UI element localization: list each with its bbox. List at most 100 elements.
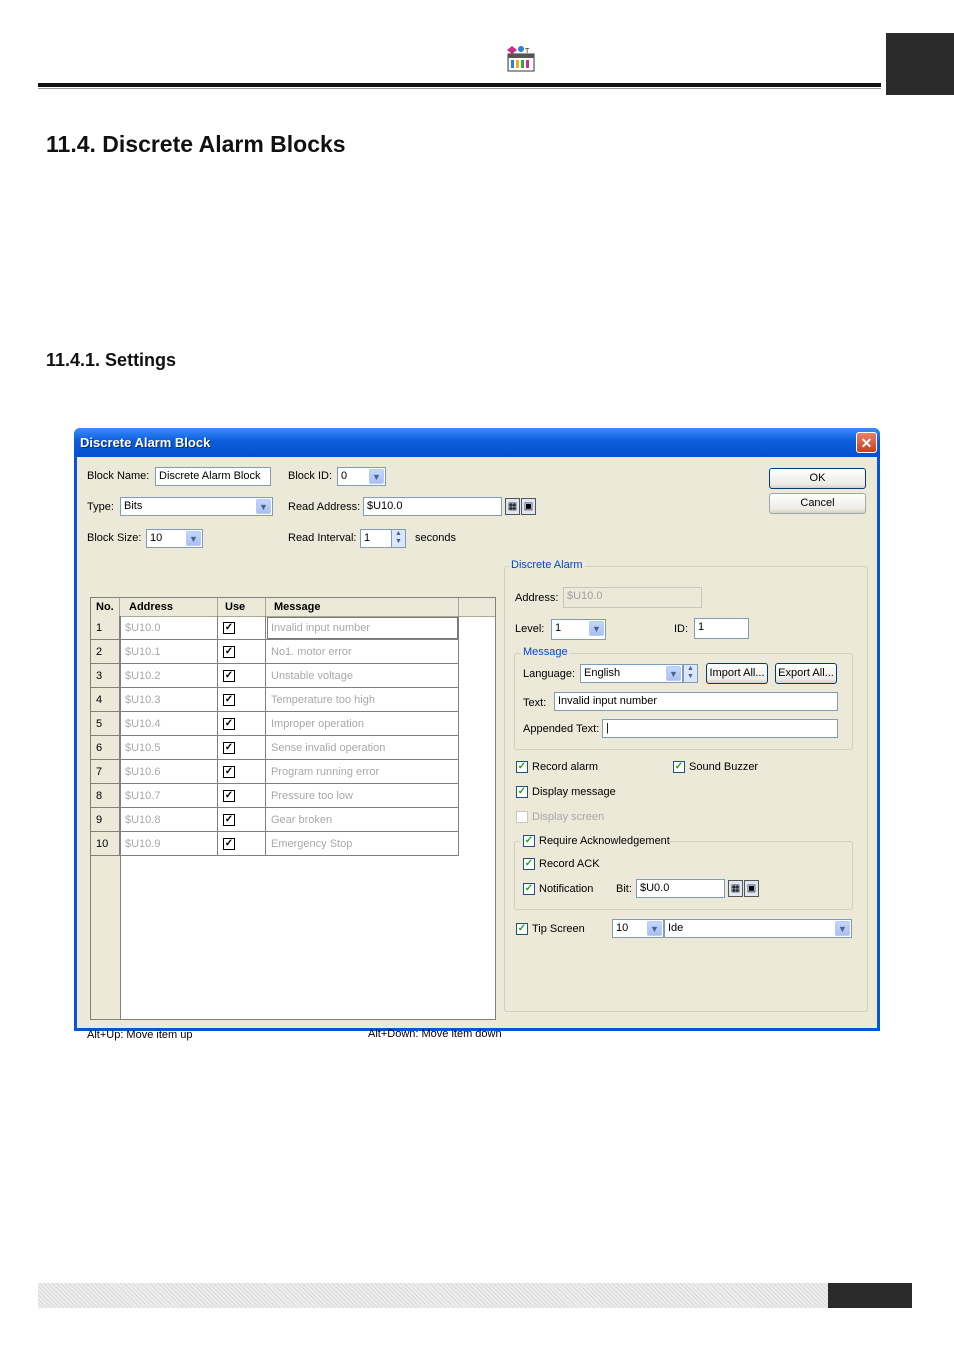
chevron-down-icon[interactable]: ▼ — [369, 469, 384, 484]
row-address[interactable]: $U10.7 — [120, 784, 218, 808]
language-select[interactable]: English ▼ — [580, 664, 683, 683]
table-row[interactable]: 4 $U10.3 ✓ Temperature too high — [91, 688, 459, 712]
use-checkbox[interactable]: ✓ — [223, 718, 235, 730]
column-header-no[interactable]: No. — [91, 598, 120, 616]
notification-checkbox[interactable]: ✓ — [523, 883, 535, 895]
row-message[interactable]: Unstable voltage — [266, 664, 459, 688]
table-row[interactable]: 2 $U10.1 ✓ No1. motor error — [91, 640, 459, 664]
sound-buzzer-checkbox[interactable]: ✓ — [673, 761, 685, 773]
row-address[interactable]: $U10.8 — [120, 808, 218, 832]
row-number: 5 — [91, 712, 120, 736]
import-all-button[interactable]: Import All... — [706, 663, 768, 684]
table-row[interactable]: 10 $U10.9 ✓ Emergency Stop — [91, 832, 459, 856]
table-row[interactable]: 3 $U10.2 ✓ Unstable voltage — [91, 664, 459, 688]
column-header-use[interactable]: Use — [218, 598, 266, 616]
row-message[interactable]: Emergency Stop — [266, 832, 459, 856]
ok-button[interactable]: OK — [769, 468, 866, 489]
sound-buzzer-label: Sound Buzzer — [689, 761, 759, 773]
row-message[interactable]: Pressure too low — [266, 784, 459, 808]
block-id-value: 0 — [341, 470, 348, 482]
acknowledgement-group-header: ✓ Require Acknowledgement — [519, 834, 670, 848]
address-browse-icon[interactable]: ▣ — [521, 498, 536, 515]
require-ack-checkbox[interactable]: ✓ — [523, 835, 535, 847]
use-checkbox[interactable]: ✓ — [223, 646, 235, 658]
tip-screen-number-select[interactable]: 10 ▼ — [612, 919, 664, 938]
row-address[interactable]: $U10.0 — [120, 616, 218, 640]
type-select[interactable]: Bits ▼ — [120, 497, 273, 516]
use-checkbox[interactable]: ✓ — [223, 814, 235, 826]
level-select[interactable]: 1 ▼ — [551, 619, 606, 640]
chevron-down-icon[interactable]: ▼ — [256, 499, 271, 514]
row-address[interactable]: $U10.4 — [120, 712, 218, 736]
chevron-down-icon[interactable]: ▼ — [647, 921, 662, 936]
read-address-input[interactable]: $U10.0 — [363, 497, 502, 516]
language-spinner[interactable]: ▲ ▼ — [683, 664, 698, 683]
table-row[interactable]: 6 $U10.5 ✓ Sense invalid operation — [91, 736, 459, 760]
message-text-input[interactable]: Invalid input number — [554, 692, 838, 711]
row-message[interactable]: Gear broken — [266, 808, 459, 832]
use-checkbox[interactable]: ✓ — [223, 790, 235, 802]
row-use: ✓ — [218, 832, 266, 856]
tip-screen-name-select[interactable]: Ide ▼ — [664, 919, 852, 938]
row-address[interactable]: $U10.9 — [120, 832, 218, 856]
address-browse-icon[interactable]: ▣ — [744, 880, 759, 897]
row-address[interactable]: $U10.5 — [120, 736, 218, 760]
row-message[interactable]: Invalid input number — [266, 616, 459, 640]
display-screen-label: Display screen — [532, 811, 605, 823]
table-row[interactable]: 5 $U10.4 ✓ Improper operation — [91, 712, 459, 736]
id-input[interactable]: 1 — [694, 618, 749, 639]
dialog-title: Discrete Alarm Block — [80, 435, 211, 450]
row-address[interactable]: $U10.6 — [120, 760, 218, 784]
tip-screen-checkbox[interactable]: ✓ — [516, 923, 528, 935]
use-checkbox[interactable]: ✓ — [223, 670, 235, 682]
use-checkbox[interactable]: ✓ — [223, 694, 235, 706]
export-all-button[interactable]: Export All... — [775, 663, 837, 684]
appended-text-input[interactable]: | — [602, 719, 838, 738]
column-header-message[interactable]: Message — [266, 598, 459, 616]
chevron-down-icon[interactable]: ▼ — [186, 531, 201, 546]
use-checkbox[interactable]: ✓ — [223, 622, 235, 634]
header-rule-shadow — [38, 88, 881, 89]
type-value: Bits — [124, 500, 143, 512]
dialog-titlebar[interactable]: Discrete Alarm Block ✕ — [74, 428, 880, 457]
display-screen-checkbox: ✓ — [516, 811, 528, 823]
row-message[interactable]: Program running error — [266, 760, 459, 784]
use-checkbox[interactable]: ✓ — [223, 742, 235, 754]
record-ack-label: Record ACK — [539, 858, 600, 870]
block-size-select[interactable]: 10 ▼ — [146, 529, 203, 548]
use-checkbox[interactable]: ✓ — [223, 766, 235, 778]
id-label: ID: — [674, 623, 689, 635]
read-interval-spinner[interactable]: ▲ ▼ — [391, 529, 406, 548]
row-message[interactable]: Sense invalid operation — [266, 736, 459, 760]
row-address[interactable]: $U10.1 — [120, 640, 218, 664]
close-button[interactable]: ✕ — [856, 432, 877, 453]
table-row[interactable]: 8 $U10.7 ✓ Pressure too low — [91, 784, 459, 808]
cancel-button[interactable]: Cancel — [769, 493, 866, 514]
block-id-label: Block ID: — [288, 470, 333, 482]
keypad-icon[interactable]: ▦ — [505, 498, 520, 515]
row-message[interactable]: Temperature too high — [266, 688, 459, 712]
record-alarm-checkbox[interactable]: ✓ — [516, 761, 528, 773]
record-ack-checkbox[interactable]: ✓ — [523, 858, 535, 870]
display-message-checkbox[interactable]: ✓ — [516, 786, 528, 798]
chevron-down-icon[interactable]: ▼ — [835, 921, 850, 936]
chevron-down-icon[interactable]: ▼ — [589, 621, 604, 636]
table-row[interactable]: 1 $U10.0 ✓ Invalid input number — [91, 616, 459, 640]
block-id-select[interactable]: 0 ▼ — [337, 467, 386, 486]
bit-address-input[interactable]: $U0.0 — [636, 879, 725, 898]
table-row[interactable]: 7 $U10.6 ✓ Program running error — [91, 760, 459, 784]
table-row[interactable]: 9 $U10.8 ✓ Gear broken — [91, 808, 459, 832]
row-use: ✓ — [218, 760, 266, 784]
use-checkbox[interactable]: ✓ — [223, 838, 235, 850]
message-group-title: Message — [521, 646, 570, 658]
row-address[interactable]: $U10.2 — [120, 664, 218, 688]
column-header-address[interactable]: Address — [120, 598, 218, 616]
keypad-icon[interactable]: ▦ — [728, 880, 743, 897]
alarm-table[interactable]: No. Address Use Message 1 $U10.0 ✓ Inval… — [90, 597, 496, 1020]
chevron-down-icon[interactable]: ▼ — [666, 666, 681, 681]
block-name-input[interactable]: Discrete Alarm Block — [155, 467, 271, 486]
row-message[interactable]: No1. motor error — [266, 640, 459, 664]
read-interval-input[interactable]: 1 — [360, 529, 392, 548]
row-address[interactable]: $U10.3 — [120, 688, 218, 712]
row-message[interactable]: Improper operation — [266, 712, 459, 736]
